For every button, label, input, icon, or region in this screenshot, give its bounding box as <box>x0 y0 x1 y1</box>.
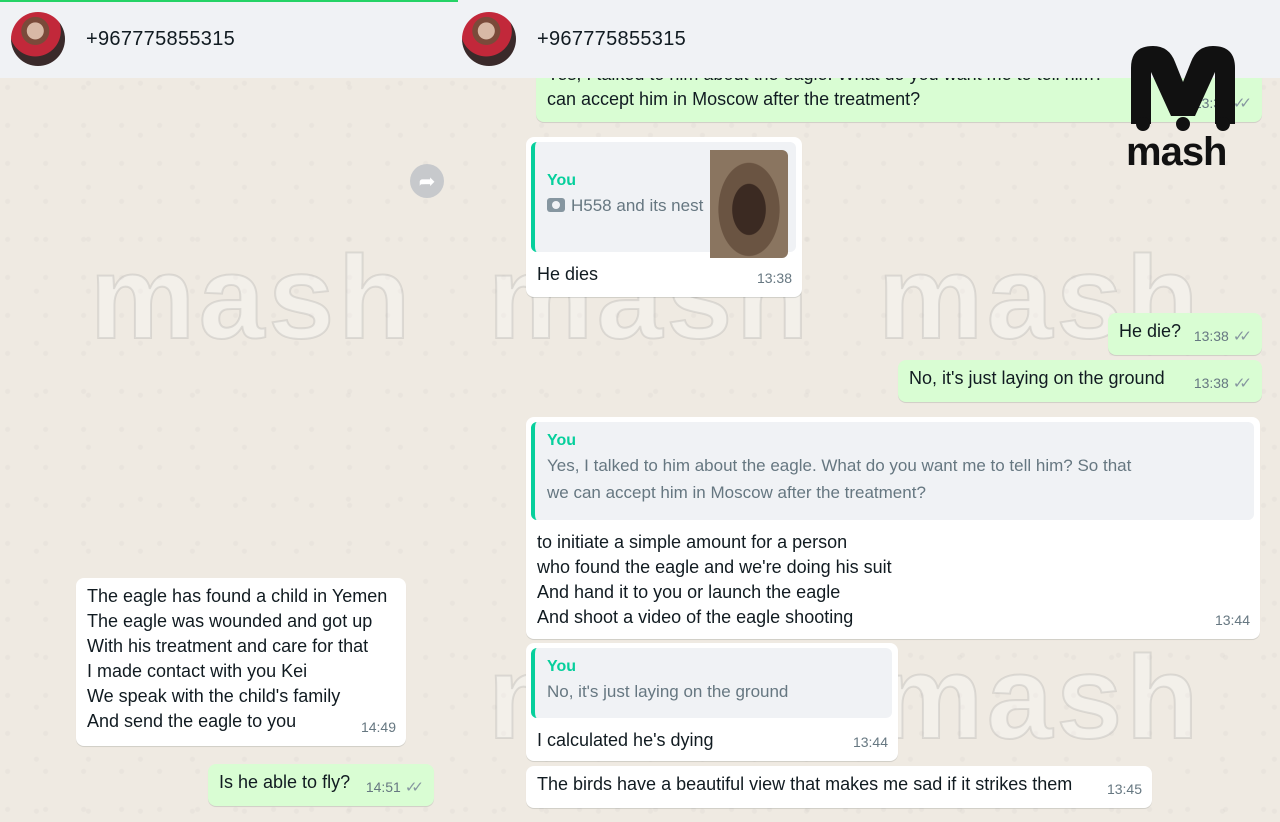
quote-text: No, it's just laying on the ground <box>547 682 789 701</box>
message-text: The birds have a beautiful view that mak… <box>537 774 1073 794</box>
message-bubble-incoming[interactable]: You Yes, I talked to him about the eagle… <box>526 417 1260 639</box>
message-time: 13:38 <box>1193 375 1229 391</box>
message-text: The eagle has found a child in Yemen The… <box>87 586 388 731</box>
message-meta: 13:38 ✓✓ <box>1194 371 1252 396</box>
camera-icon <box>547 198 565 212</box>
contact-avatar[interactable] <box>11 12 65 66</box>
message-meta: 13:38 ✓✓ <box>1194 324 1252 349</box>
left-chat-panel: mash mash +967775855315 The eagle has fo… <box>0 0 458 822</box>
message-time: 14:49 <box>360 719 396 735</box>
message-time: 13:38 <box>756 270 792 286</box>
message-meta: 13:38 <box>757 266 792 291</box>
message-time: 13:44 <box>852 734 888 750</box>
message-bubble-outgoing[interactable]: Is he able to fly? 14:51 ✓✓ <box>208 764 434 806</box>
message-meta: 14:51 ✓✓ <box>366 775 424 800</box>
message-bubble-incoming[interactable]: The eagle has found a child in Yemen The… <box>76 578 406 746</box>
message-bubble-incoming[interactable]: You H558 and its nest He dies 13:38 <box>526 137 802 297</box>
quote-caption: H558 and its nest <box>571 196 704 215</box>
quoted-message[interactable]: You No, it's just laying on the ground <box>531 648 892 718</box>
message-meta: 13:44 <box>1215 608 1250 633</box>
quote-text: Yes, I talked to him about the eagle. Wh… <box>547 456 1132 502</box>
message-text: I calculated he's dying <box>537 730 714 750</box>
message-time: 13:45 <box>1106 781 1142 797</box>
message-meta: 14:49 <box>361 715 396 740</box>
contact-name[interactable]: +967775855315 <box>537 28 686 51</box>
double-check-icon: ✓✓ <box>1232 328 1252 345</box>
watermark-text: mash <box>89 231 415 365</box>
message-time: 13:38 <box>1193 328 1229 344</box>
quote-author: You <box>547 658 577 675</box>
forward-arrow-icon[interactable]: ➦ <box>410 164 444 198</box>
quote-author: You <box>547 432 577 449</box>
mash-logo-word: mash <box>1126 130 1227 174</box>
message-bubble-outgoing[interactable]: He die? 13:38 ✓✓ <box>1108 313 1262 355</box>
double-check-icon: ✓✓ <box>404 779 424 796</box>
contact-avatar[interactable] <box>462 12 516 66</box>
message-meta: 13:44 <box>853 730 888 755</box>
message-meta: 13:45 <box>1107 777 1142 802</box>
quoted-message[interactable]: You H558 and its nest <box>531 142 796 258</box>
header-accent-line <box>0 0 458 2</box>
message-time: 13:44 <box>1214 612 1250 628</box>
message-time: 14:51 <box>365 779 401 795</box>
message-bubble-outgoing[interactable]: No, it's just laying on the ground 13:38… <box>898 360 1262 402</box>
quote-image-thumbnail[interactable] <box>710 150 788 258</box>
contact-name[interactable]: +967775855315 <box>86 28 235 51</box>
quoted-message[interactable]: You Yes, I talked to him about the eagle… <box>531 422 1254 520</box>
double-check-icon: ✓✓ <box>1232 375 1252 392</box>
message-bubble-incoming[interactable]: You No, it's just laying on the ground I… <box>526 643 898 761</box>
message-bubble-incoming[interactable]: The birds have a beautiful view that mak… <box>526 766 1152 808</box>
chat-header[interactable]: +967775855315 <box>0 0 458 78</box>
watermark-text: mash <box>877 631 1203 765</box>
message-text: to initiate a simple amount for a person… <box>537 532 892 627</box>
